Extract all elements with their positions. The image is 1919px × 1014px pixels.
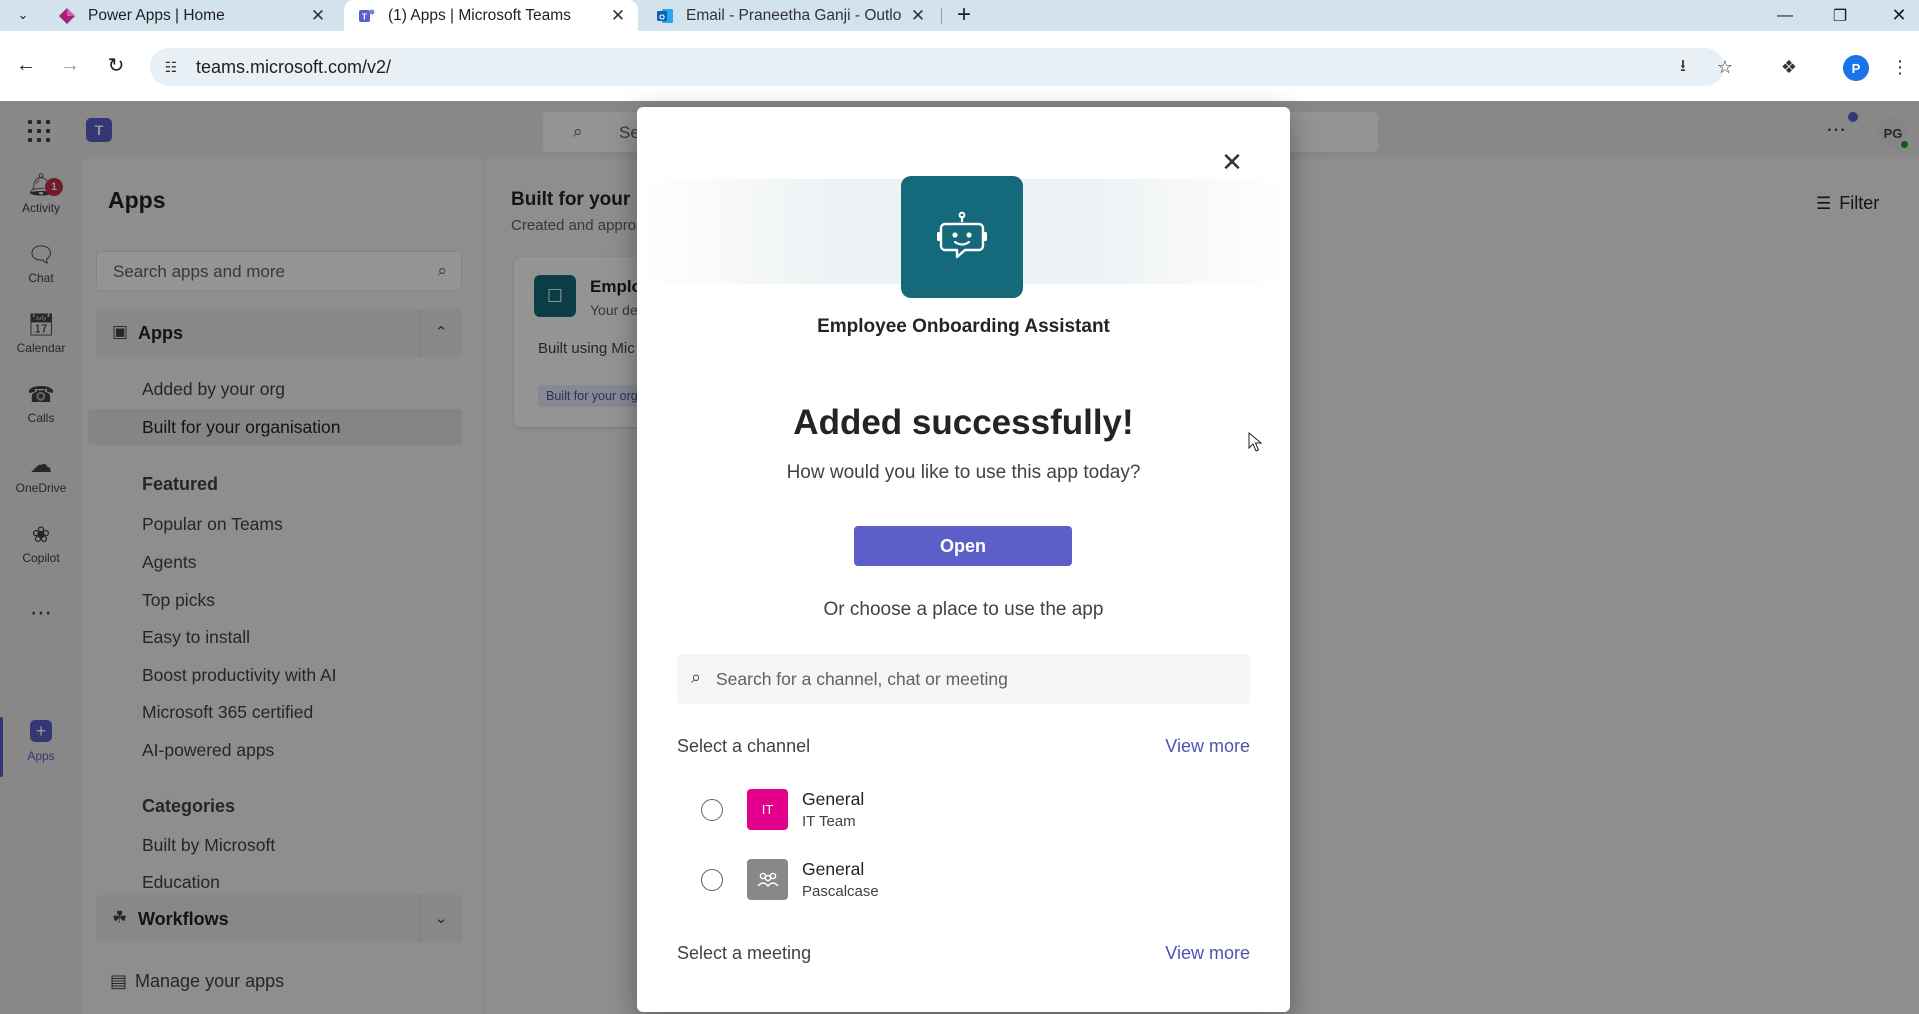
forward-icon[interactable]: → [52, 47, 88, 83]
site-info-icon[interactable]: ☷ [160, 56, 182, 78]
view-more-channels-link[interactable]: View more [1165, 736, 1250, 757]
browser-profile-avatar[interactable]: P [1843, 55, 1869, 81]
team-name: Pascalcase [802, 883, 879, 900]
power-apps-icon [59, 7, 75, 24]
dialog-app-name: Employee Onboarding Assistant [817, 316, 1110, 337]
mouse-cursor-icon [1248, 432, 1262, 452]
team-people-icon [747, 859, 788, 900]
restore-icon[interactable]: ❐ [1820, 0, 1860, 31]
channel-name: General [802, 859, 865, 879]
browser-tab-strip: ⌄ Power Apps | Home ✕ T (1) Apps | Micro… [0, 0, 1919, 31]
search-icon: ⌕ [691, 667, 702, 687]
browser-toolbar: ← → ↻ ☷ teams.microsoft.com/v2/ ⭳ ☆ ❖ P … [0, 31, 1919, 101]
dialog-heading: Added successfully! [793, 403, 1134, 442]
tab-search-dropdown-icon[interactable]: ⌄ [12, 4, 34, 26]
open-button[interactable]: Open [854, 526, 1072, 566]
install-app-icon[interactable]: ⭳ [1672, 56, 1694, 78]
address-bar[interactable]: ☷ teams.microsoft.com/v2/ ⭳ [150, 48, 1724, 86]
team-name: IT Team [802, 813, 856, 830]
tab-microsoft-teams[interactable]: T (1) Apps | Microsoft Teams ✕ [344, 0, 638, 31]
svg-text:T: T [362, 12, 367, 21]
new-tab-button[interactable]: + [952, 3, 976, 27]
tab-outlook[interactable]: O Email - Praneetha Ganji - Outlo ✕ [644, 0, 938, 31]
svg-text:O: O [659, 12, 665, 21]
channel-radio[interactable] [701, 799, 723, 821]
close-window-icon[interactable]: ✕ [1879, 0, 1919, 31]
close-tab-icon[interactable]: ✕ [308, 6, 328, 26]
extensions-icon[interactable]: ❖ [1777, 55, 1801, 79]
dialog-subheading: How would you like to use this app today… [786, 462, 1141, 483]
channel-option[interactable]: IT General IT Team [677, 780, 1250, 840]
tab-title: Email - Praneetha Ganji - Outlo [686, 6, 902, 24]
tab-title: (1) Apps | Microsoft Teams [388, 6, 571, 24]
close-tab-icon[interactable]: ✕ [908, 6, 928, 26]
outlook-icon: O [657, 8, 673, 23]
minimize-icon[interactable]: — [1765, 0, 1805, 31]
url-text[interactable]: teams.microsoft.com/v2/ [196, 57, 391, 78]
browser-menu-icon[interactable]: ⋮ [1888, 55, 1912, 79]
app-added-dialog: ✕ Employee Onboarding Assistant Added su… [637, 107, 1290, 1012]
teams-icon: T [359, 9, 375, 22]
reload-icon[interactable]: ↻ [98, 47, 134, 83]
channel-option[interactable]: General Pascalcase [677, 850, 1250, 910]
view-more-meetings-link[interactable]: View more [1165, 943, 1250, 964]
close-dialog-icon[interactable]: ✕ [1218, 147, 1246, 177]
channel-name: General [802, 789, 865, 809]
tab-title: Power Apps | Home [88, 6, 225, 24]
tab-power-apps[interactable]: Power Apps | Home ✕ [44, 0, 338, 31]
select-channel-label: Select a channel [677, 736, 811, 756]
choose-place-text: Or choose a place to use the app [823, 599, 1104, 620]
bot-icon [901, 176, 1023, 298]
bookmark-star-icon[interactable]: ☆ [1713, 55, 1737, 79]
close-tab-icon[interactable]: ✕ [608, 6, 628, 26]
team-avatar: IT [747, 789, 788, 830]
back-icon[interactable]: ← [8, 47, 44, 83]
select-meeting-label: Select a meeting [677, 943, 812, 963]
tab-separator [941, 8, 942, 24]
channel-search-placeholder: Search for a channel, chat or meeting [716, 669, 1008, 689]
channel-radio[interactable] [701, 869, 723, 891]
channel-search-input[interactable]: ⌕ Search for a channel, chat or meeting [677, 654, 1250, 704]
